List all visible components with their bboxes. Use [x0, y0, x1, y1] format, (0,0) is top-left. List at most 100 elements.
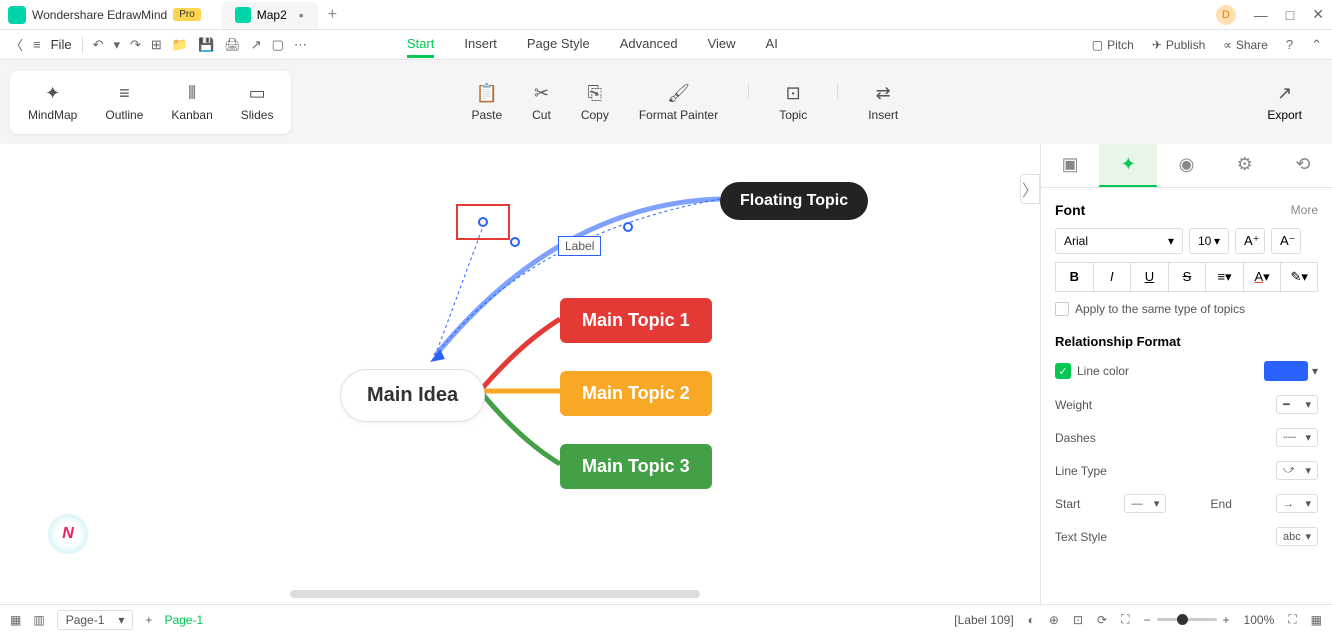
close-icon[interactable]: ✕	[1312, 6, 1324, 23]
line-color-picker[interactable]: ▾	[1264, 361, 1318, 381]
zoom-in-icon[interactable]: +	[1223, 613, 1230, 627]
collapse-panel-icon[interactable]: 〉	[1020, 174, 1040, 204]
new-icon[interactable]: ⊞	[151, 37, 162, 53]
panel-tab-history[interactable]: ⟲	[1274, 144, 1332, 187]
weight-select[interactable]: ━▾	[1276, 395, 1318, 414]
zoom-out-icon[interactable]: −	[1144, 613, 1151, 627]
pitch-button[interactable]: ▢Pitch	[1092, 38, 1134, 52]
page-selector[interactable]: Page-1▾	[57, 610, 134, 630]
status-icon-2[interactable]: ⊕	[1049, 613, 1059, 627]
view-outline[interactable]: ≡Outline	[91, 75, 157, 130]
undo-dropdown-icon[interactable]: ▾	[113, 37, 120, 53]
panel-tab-icon[interactable]: ⚙	[1216, 144, 1274, 187]
menu-icon[interactable]: ≡	[33, 37, 41, 52]
save-icon[interactable]: 💾	[198, 37, 214, 53]
view-mindmap[interactable]: ✦MindMap	[14, 75, 91, 130]
zoom-value[interactable]: 100%	[1244, 613, 1275, 627]
menu-page-style[interactable]: Page Style	[527, 32, 590, 58]
bold-button[interactable]: B	[1055, 262, 1093, 292]
slider-track[interactable]	[1157, 618, 1217, 621]
font-size-select[interactable]: 10▾	[1189, 228, 1229, 254]
user-avatar[interactable]: D	[1216, 5, 1236, 25]
settings-icon[interactable]: ▦	[1311, 613, 1322, 627]
apply-same-row[interactable]: Apply to the same type of topics	[1055, 302, 1318, 316]
copy-button[interactable]: ⎘Copy	[581, 83, 609, 122]
dashes-select[interactable]: ┄┄▾	[1276, 428, 1318, 447]
maximize-icon[interactable]: □	[1286, 7, 1294, 23]
italic-button[interactable]: I	[1093, 262, 1131, 292]
fullscreen-icon[interactable]: ⛶	[1288, 612, 1296, 627]
paste-button[interactable]: 📋Paste	[471, 83, 502, 122]
horizontal-scrollbar[interactable]	[290, 590, 700, 598]
tab-add[interactable]: +	[318, 2, 347, 28]
open-icon[interactable]: 📁	[172, 37, 188, 53]
line-color-checkbox[interactable]: ✓	[1055, 363, 1071, 379]
status-icon-3[interactable]: ⊡	[1073, 613, 1083, 627]
text-style-select[interactable]: abc▾	[1276, 527, 1318, 546]
format-painter-button[interactable]: 🖌Format Painter	[639, 83, 718, 122]
tab-map2[interactable]: Map2 •	[221, 2, 318, 28]
menu-insert[interactable]: Insert	[464, 32, 497, 58]
slider-thumb[interactable]	[1177, 614, 1188, 625]
panel-tab-style[interactable]: ✦	[1099, 144, 1157, 187]
node-main-idea[interactable]: Main Idea	[340, 369, 485, 422]
menu-ai[interactable]: AI	[766, 32, 778, 58]
panel-tab-topic[interactable]: ▣	[1041, 144, 1099, 187]
help-icon[interactable]: ?	[1286, 37, 1293, 52]
font-family-select[interactable]: Arial▾	[1055, 228, 1183, 254]
active-page[interactable]: Page-1	[164, 613, 203, 627]
export-icon[interactable]: ↗	[251, 37, 262, 53]
decrease-font-button[interactable]: A⁻	[1271, 228, 1301, 254]
highlight-button[interactable]: ✎▾	[1280, 262, 1318, 292]
panel-tab-tag[interactable]: ◉	[1157, 144, 1215, 187]
font-color-button[interactable]: A▾	[1243, 262, 1281, 292]
node-floating-topic[interactable]: Floating Topic	[720, 182, 868, 220]
start-select[interactable]: —▾	[1124, 494, 1166, 513]
add-page-icon[interactable]: +	[145, 613, 152, 627]
align-button[interactable]: ≡▾	[1205, 262, 1243, 292]
status-icon-4[interactable]: ⟳	[1097, 613, 1107, 627]
layers-icon[interactable]: ▥	[33, 613, 44, 627]
relationship-label[interactable]: Label	[558, 236, 601, 256]
view-kanban[interactable]: ⦀Kanban	[157, 75, 226, 130]
print-icon[interactable]: 🖨	[224, 37, 241, 53]
topic-button[interactable]: ⊡Topic	[779, 83, 807, 122]
strikethrough-button[interactable]: S	[1168, 262, 1206, 292]
line-type-select[interactable]: ⤻▾	[1276, 461, 1318, 480]
apply-same-checkbox[interactable]	[1055, 302, 1069, 316]
view-slides[interactable]: ▭Slides	[227, 75, 288, 130]
minimize-icon[interactable]: —	[1254, 7, 1268, 23]
undo-icon[interactable]: ↶	[93, 37, 104, 53]
shape-icon[interactable]: ▢	[272, 37, 284, 53]
curve-handle-2[interactable]	[510, 237, 520, 247]
increase-font-button[interactable]: A⁺	[1235, 228, 1265, 254]
collapse-ribbon-icon[interactable]: ⌃	[1311, 37, 1322, 53]
node-topic-1[interactable]: Main Topic 1	[560, 298, 712, 343]
node-topic-2[interactable]: Main Topic 2	[560, 371, 712, 416]
back-icon[interactable]: 〈	[10, 35, 23, 54]
more-icon[interactable]: ⋯	[294, 37, 307, 53]
redo-icon[interactable]: ↷	[130, 37, 141, 53]
publish-button[interactable]: ✈Publish	[1152, 38, 1205, 52]
share-button[interactable]: ∝Share	[1223, 38, 1268, 52]
curve-handle-1[interactable]	[478, 217, 488, 227]
menu-advanced[interactable]: Advanced	[620, 32, 678, 58]
zoom-slider[interactable]: − +	[1144, 613, 1230, 627]
underline-button[interactable]: U	[1130, 262, 1168, 292]
canvas[interactable]: Main Idea Main Topic 1 Main Topic 2 Main…	[0, 144, 1040, 604]
node-topic-3[interactable]: Main Topic 3	[560, 444, 712, 489]
curve-handle-3[interactable]	[623, 222, 633, 232]
insert-button[interactable]: ⇄Insert	[868, 83, 898, 122]
file-menu[interactable]: File	[51, 37, 72, 52]
export-button[interactable]: ↗Export	[1267, 83, 1302, 122]
cut-button[interactable]: ✂Cut	[532, 83, 551, 122]
font-more[interactable]: More	[1291, 203, 1318, 217]
menu-start[interactable]: Start	[407, 32, 434, 58]
grid-icon[interactable]: ▦	[10, 613, 21, 627]
status-icon-1[interactable]: ◐	[1028, 613, 1035, 627]
menu-view[interactable]: View	[708, 32, 736, 58]
fit-icon[interactable]: ⛶	[1121, 612, 1129, 627]
end-select[interactable]: →▾	[1276, 494, 1318, 513]
ai-assistant-button[interactable]: N	[48, 514, 88, 554]
tab-modified-dot[interactable]: •	[299, 7, 304, 23]
